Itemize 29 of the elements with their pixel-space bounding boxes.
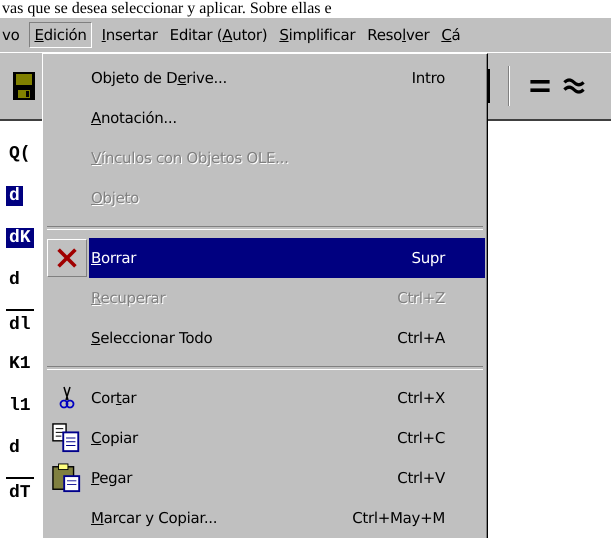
expression-text: d: [8, 270, 21, 290]
expression-text: dT: [6, 477, 34, 503]
menu-bar-item[interactable]: Edición: [29, 22, 92, 48]
menu-bar-item[interactable]: Resolver: [365, 22, 432, 48]
menu-item[interactable]: Objeto de Derive... Intro: [89, 58, 485, 98]
menu-item[interactable]: Cortar Ctrl+X: [89, 378, 485, 418]
delete-icon: [47, 239, 87, 277]
copy-icon: [52, 423, 82, 453]
menu-bar-item[interactable]: Editar (Autor): [168, 22, 270, 48]
clipboard-icon: [52, 463, 82, 493]
expression-text: Q(: [8, 144, 32, 164]
document-text: vas que se desea seleccionar y aplicar. Sobre ellas e: [1, 0, 333, 18]
expression-text: d: [6, 186, 23, 206]
menu-bar-item[interactable]: Cá: [439, 22, 462, 48]
menu-item[interactable]: Pegar Ctrl+V: [89, 458, 485, 498]
menu-item[interactable]: Borrar Supr: [89, 238, 485, 278]
expression-text: K1: [8, 354, 32, 374]
menu-bar-item[interactable]: Insertar: [100, 22, 160, 48]
menu-item[interactable]: Copiar Ctrl+C: [89, 418, 485, 458]
menu-item[interactable]: Anotación...: [89, 98, 485, 138]
expression-text: l1: [8, 396, 32, 416]
menu-bar-item[interactable]: Simplificar: [277, 22, 358, 48]
expression-text: dl: [6, 309, 34, 335]
menu-item[interactable]: Seleccionar Todo Ctrl+A: [89, 318, 485, 358]
scissors-icon: [59, 386, 75, 410]
menu-bar-item[interactable]: vo: [0, 22, 22, 48]
expression-text: d: [8, 438, 21, 458]
expression-text: dK: [6, 228, 34, 248]
menu-item[interactable]: Marcar y Copiar... Ctrl+May+M: [89, 498, 485, 538]
